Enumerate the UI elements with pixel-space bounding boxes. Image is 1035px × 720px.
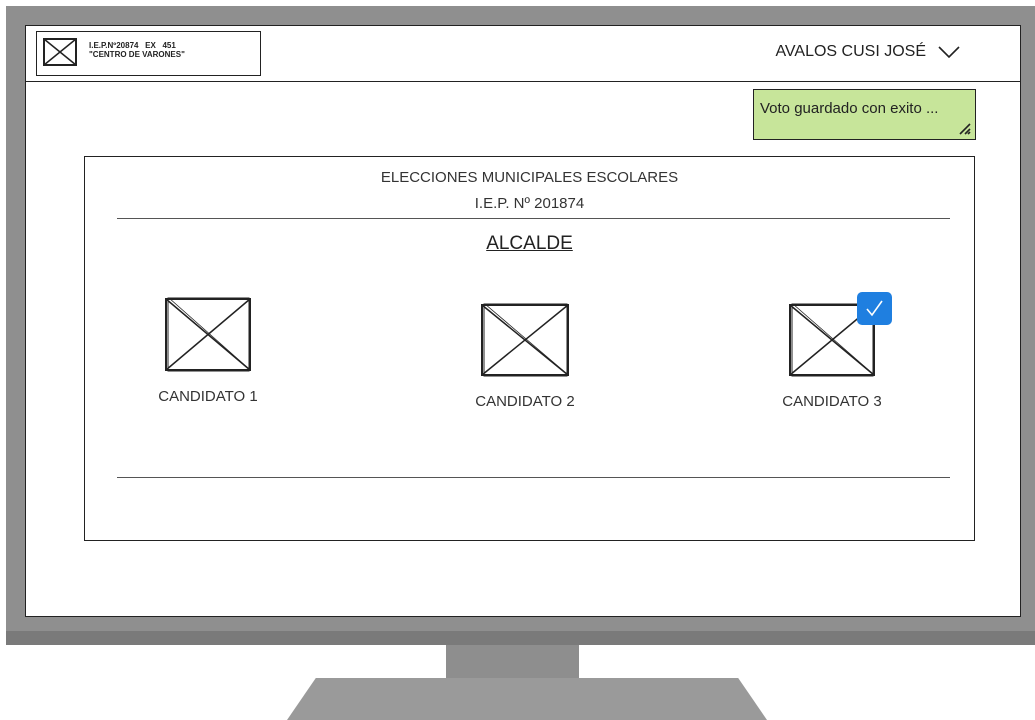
resize-handle-icon bbox=[959, 123, 971, 135]
candidate-card-1[interactable]: CANDIDATO 1 bbox=[118, 297, 298, 405]
top-divider bbox=[117, 218, 950, 219]
monitor-neck bbox=[446, 645, 579, 679]
monitor-bezel-bottom bbox=[6, 631, 1035, 645]
election-title: ELECCIONES MUNICIPALES ESCOLARES bbox=[380, 169, 679, 186]
school-logo-box: I.E.P.Nº20874 EX 451 "CENTRO DE VARONES" bbox=[36, 31, 261, 76]
candidate-card-2[interactable]: CANDIDATO 2 bbox=[435, 303, 615, 410]
position-title: ALCALDE bbox=[486, 233, 573, 254]
image-placeholder-icon bbox=[43, 38, 77, 66]
candidate-photo-placeholder-icon[interactable] bbox=[164, 297, 252, 372]
candidate-card-3[interactable]: CANDIDATO 3 bbox=[742, 303, 922, 410]
candidate-label-1: CANDIDATO 1 bbox=[158, 388, 258, 405]
toast-message: Voto guardado con exito ... bbox=[760, 100, 939, 117]
bottom-divider bbox=[117, 477, 950, 478]
candidate-label-2: CANDIDATO 2 bbox=[475, 393, 575, 410]
monitor-base bbox=[287, 678, 767, 720]
election-school: I.E.P. Nº 201874 bbox=[474, 195, 585, 212]
user-name: AVALOS CUSI JOSÉ bbox=[775, 43, 926, 60]
candidate-label-3: CANDIDATO 3 bbox=[782, 393, 882, 410]
checkmark-icon bbox=[866, 300, 883, 317]
screen: I.E.P.Nº20874 EX 451 "CENTRO DE VARONES"… bbox=[25, 25, 1021, 617]
chevron-down-icon[interactable] bbox=[938, 45, 960, 59]
selected-checkbox[interactable] bbox=[857, 292, 892, 325]
school-name: I.E.P.Nº20874 EX 451 "CENTRO DE VARONES" bbox=[89, 41, 185, 59]
candidate-photo-placeholder-icon[interactable] bbox=[480, 303, 570, 377]
school-line-1: I.E.P.Nº20874 EX 451 bbox=[89, 41, 176, 50]
school-line-2: "CENTRO DE VARONES" bbox=[89, 50, 185, 59]
save-toast: Voto guardado con exito ... bbox=[753, 89, 976, 140]
user-menu[interactable]: AVALOS CUSI JOSÉ bbox=[775, 43, 960, 61]
election-panel: ELECCIONES MUNICIPALES ESCOLARES I.E.P. … bbox=[84, 156, 975, 541]
header: I.E.P.Nº20874 EX 451 "CENTRO DE VARONES"… bbox=[26, 26, 1020, 82]
